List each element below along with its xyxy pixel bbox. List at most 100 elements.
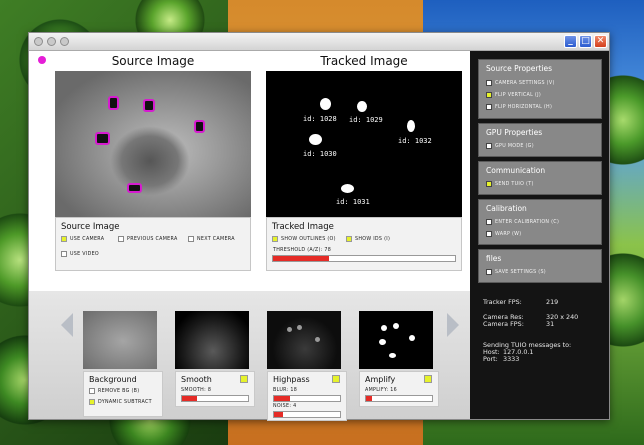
enter-calibration-label: ENTER CALIBRATION (C) [495,220,560,225]
title-bar[interactable]: _ □ ✕ [29,33,609,51]
maximize-button[interactable]: □ [579,35,592,48]
tracked-image-title: Tracked Image [320,54,408,68]
amplify-slider[interactable] [365,395,433,402]
save-settings-label: SAVE SETTINGS (S) [495,270,546,275]
scroll-left-arrow-icon[interactable] [61,313,73,337]
highpass-toggle[interactable] [332,375,340,383]
amplify-filter-card: Amplify AMPLIFY: 16 [359,371,439,407]
tracked-image-panel: Tracked Image SHOW OUTLINES (O) SHOW IDS… [266,217,462,271]
source-camera-view [55,71,251,217]
preview-blob [381,325,387,331]
smooth-filter-card: Smooth SMOOTH: 8 [175,371,255,407]
enter-calibration-checkbox[interactable] [486,219,492,225]
files-title: files [486,254,502,263]
port-value: 3333 [503,355,520,363]
traffic-light-minimize-icon[interactable] [47,37,56,46]
show-ids-checkbox[interactable] [346,236,352,242]
flip-horizontal-label: FLIP HORIZONTAL (H) [495,105,553,110]
save-settings-checkbox[interactable] [486,269,492,275]
blob-id-label: id: 1031 [336,198,370,206]
preview-blob [297,325,302,330]
tracked-blob [309,134,322,145]
camera-settings-checkbox[interactable] [486,80,492,86]
files-panel: files SAVE SETTINGS (S) [478,249,602,283]
tracked-camera-view: id: 1028 id: 1029 id: 1032 id: 1030 id: … [266,71,462,217]
dynamic-subtract-checkbox[interactable] [89,399,95,405]
source-image-panel: Source Image USE CAMERA PREVIOUS CAMERA … [55,217,251,271]
remove-bg-label: REMOVE BG (B) [98,389,140,394]
minimize-button[interactable]: _ [564,35,577,48]
flip-vertical-checkbox[interactable] [486,92,492,98]
use-video-checkbox[interactable] [61,251,67,257]
preview-blob [409,335,415,341]
gpu-mode-label: GPU MODE (G) [495,144,534,149]
communication-panel: Communication SEND TUIO (T) [478,161,602,195]
tracked-blob [357,101,367,112]
blob-outline [194,120,205,133]
preview-blob [287,327,292,332]
show-ids-label: SHOW IDS (I) [355,237,391,242]
noise-slider-label: NOISE: 4 [273,404,297,409]
warp-label: WARP (W) [495,232,522,237]
smooth-filter-title: Smooth [181,375,212,384]
highpass-preview [267,311,341,369]
tracked-panel-title: Tracked Image [272,222,334,232]
amplify-slider-label: AMPLIFY: 16 [365,388,397,393]
show-outlines-checkbox[interactable] [272,236,278,242]
settings-sidebar: Source Properties CAMERA SETTINGS (V) FL… [470,51,609,419]
highpass-filter-card: Highpass BLUR: 18 NOISE: 4 [267,371,347,421]
amplify-slider-fill [366,396,372,401]
highpass-filter-title: Highpass [273,375,310,384]
amplify-preview [359,311,433,369]
smooth-slider-fill [182,396,197,401]
smooth-toggle[interactable] [240,375,248,383]
blob-outline [95,132,110,145]
preview-blob [393,323,399,329]
tracked-blob [407,120,415,132]
tracker-fps-label: Tracker FPS: [483,298,522,306]
background-preview [83,311,157,369]
main-content: Source Image Tracked Image id: 1028 id: … [29,51,609,421]
send-tuio-checkbox[interactable] [486,181,492,187]
use-video-label: USE VIDEO [70,252,100,257]
scroll-right-arrow-icon[interactable] [447,313,459,337]
blur-slider[interactable] [273,395,341,402]
previous-camera-label: PREVIOUS CAMERA [127,237,178,242]
blob-id-label: id: 1032 [398,137,432,145]
camera-fps-label: Camera FPS: [483,320,524,328]
show-outlines-label: SHOW OUTLINES (O) [281,237,336,242]
traffic-light-zoom-icon[interactable] [60,37,69,46]
hand-shadow [110,126,190,196]
flip-horizontal-checkbox[interactable] [486,104,492,110]
smooth-slider[interactable] [181,395,249,402]
threshold-label: THRESHOLD (A/Z): 78 [273,248,332,253]
filter-strip: Background REMOVE BG (B) DYNAMIC SUBTRAC… [29,291,470,421]
tracked-blob [320,98,331,110]
noise-slider[interactable] [273,411,341,418]
threshold-slider[interactable] [272,255,456,262]
close-button[interactable]: ✕ [594,35,607,48]
amplify-toggle[interactable] [424,375,432,383]
preview-blob [379,339,386,345]
warp-checkbox[interactable] [486,231,492,237]
calibration-title: Calibration [486,204,527,213]
blob-id-label: id: 1028 [303,115,337,123]
flip-vertical-label: FLIP VERTICAL (J) [495,93,541,98]
preview-blob [315,337,320,342]
traffic-light-close-icon[interactable] [34,37,43,46]
blur-slider-label: BLUR: 18 [273,388,298,393]
app-window: _ □ ✕ Source Image Tracked Image id: 102… [28,32,610,421]
communication-title: Communication [486,166,546,175]
preview-blob [389,353,396,358]
gpu-properties-title: GPU Properties [486,128,543,137]
blob-outline [108,96,119,110]
next-camera-checkbox[interactable] [188,236,194,242]
gpu-mode-checkbox[interactable] [486,143,492,149]
camera-settings-label: CAMERA SETTINGS (V) [495,81,555,86]
remove-bg-checkbox[interactable] [89,388,95,394]
calibration-panel: Calibration ENTER CALIBRATION (C) WARP (… [478,199,602,245]
use-camera-checkbox[interactable] [61,236,67,242]
previous-camera-checkbox[interactable] [118,236,124,242]
blob-id-label: id: 1030 [303,150,337,158]
tracked-blob [341,184,354,193]
